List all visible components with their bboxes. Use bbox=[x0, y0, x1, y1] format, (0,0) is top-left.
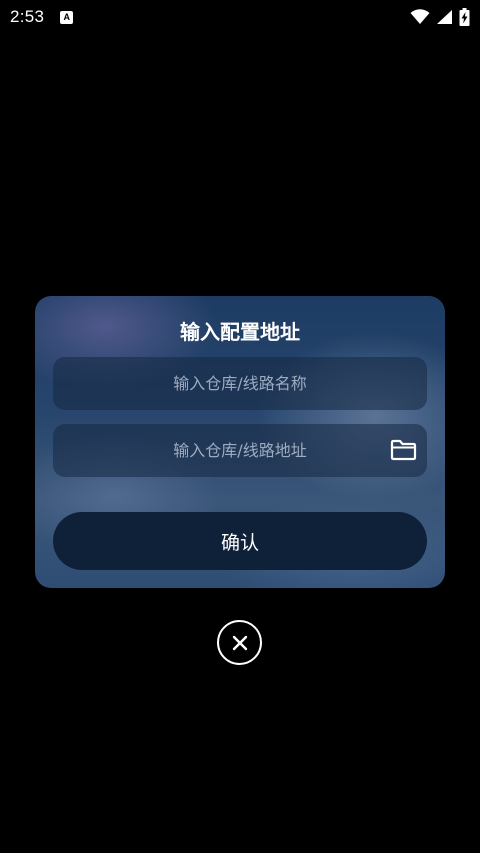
dialog-title: 输入配置地址 bbox=[180, 320, 300, 344]
confirm-button[interactable]: 确认 bbox=[53, 512, 427, 570]
signal-icon bbox=[436, 9, 453, 25]
close-icon bbox=[232, 635, 247, 650]
battery-charging-icon bbox=[459, 8, 470, 26]
repo-name-field bbox=[53, 357, 427, 410]
repo-name-input[interactable] bbox=[53, 357, 427, 410]
status-time: 2:53 bbox=[10, 7, 45, 26]
a-letter-icon: A bbox=[60, 10, 74, 24]
status-icons bbox=[410, 8, 470, 26]
status-bar: 2:53 A bbox=[0, 0, 480, 34]
wifi-icon bbox=[410, 9, 430, 25]
repo-url-field bbox=[53, 424, 427, 477]
close-button[interactable] bbox=[217, 620, 262, 665]
config-dialog: 输入配置地址 确认 bbox=[35, 296, 445, 588]
screen: 2:53 A 输入配置地址 输入仓库/线路名称 输入仓库/线路地址 确认 bbox=[0, 0, 480, 853]
repo-url-input[interactable] bbox=[53, 424, 427, 477]
folder-icon[interactable] bbox=[389, 437, 417, 463]
